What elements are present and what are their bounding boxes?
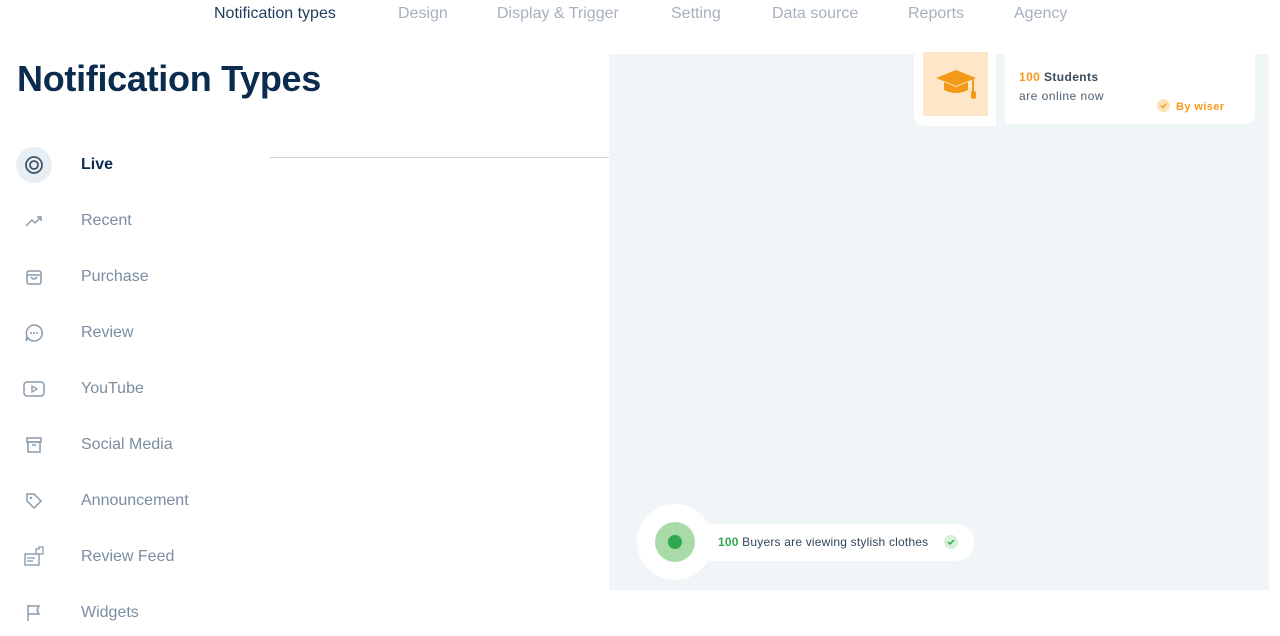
type-label: Social Media <box>81 436 173 453</box>
app-root: Notification types Design Display & Trig… <box>0 0 1280 636</box>
flag-icon <box>16 595 52 631</box>
play-icon <box>16 371 52 407</box>
type-label: Live <box>81 156 114 173</box>
brand-label: By wiser <box>1176 101 1225 113</box>
thumbs-feed-icon <box>16 539 52 575</box>
type-label: Widgets <box>81 604 139 621</box>
tab-notification-types[interactable]: Notification types <box>214 5 336 23</box>
type-label: Recent <box>81 212 132 229</box>
tab-data-source[interactable]: Data source <box>772 5 858 23</box>
tab-agency[interactable]: Agency <box>1014 5 1067 23</box>
type-item-widgets[interactable]: Widgets <box>0 588 260 636</box>
live-dot-icon <box>668 535 682 549</box>
buyers-count: 100 <box>718 535 739 549</box>
type-item-youtube[interactable]: YouTube <box>0 364 260 414</box>
buyers-text: 100 Buyers are viewing stylish clothes <box>718 535 928 549</box>
type-label: Review Feed <box>81 548 175 565</box>
type-item-review[interactable]: Review <box>0 308 260 358</box>
page-title: Notification Types <box>17 58 321 99</box>
target-icon <box>16 147 52 183</box>
type-item-social-media[interactable]: Social Media <box>0 420 260 470</box>
tab-setting[interactable]: Setting <box>671 5 721 23</box>
check-icon <box>944 535 958 549</box>
type-label: YouTube <box>81 380 144 397</box>
archive-icon <box>16 427 52 463</box>
chat-icon <box>16 315 52 351</box>
type-item-review-feed[interactable]: Review Feed <box>0 532 260 582</box>
type-item-live[interactable]: Live <box>0 140 260 190</box>
buyers-label: Buyers are viewing stylish clothes <box>742 535 929 549</box>
type-label: Purchase <box>81 268 149 285</box>
tag-icon <box>16 483 52 519</box>
bag-icon <box>16 259 52 295</box>
type-label: Announcement <box>81 492 189 509</box>
brand-badge: By wiser <box>1157 99 1224 113</box>
check-icon <box>1157 99 1170 112</box>
student-count: 100 <box>1019 70 1041 84</box>
tab-design[interactable]: Design <box>398 5 448 23</box>
student-count-line: 100 Students <box>1019 70 1099 84</box>
tab-display-trigger[interactable]: Display & Trigger <box>497 5 619 23</box>
student-label: Students <box>1043 70 1099 84</box>
trend-icon <box>16 203 52 239</box>
type-item-recent[interactable]: Recent <box>0 196 260 246</box>
tab-reports[interactable]: Reports <box>908 5 964 23</box>
divider <box>270 157 610 158</box>
top-nav: Notification types Design Display & Trig… <box>0 0 1280 30</box>
type-label: Review <box>81 324 134 341</box>
type-item-announcement[interactable]: Announcement <box>0 476 260 526</box>
graduation-cap-icon <box>923 52 988 116</box>
type-item-purchase[interactable]: Purchase <box>0 252 260 302</box>
preview-panel <box>609 54 1269 590</box>
student-subtext: are online now <box>1019 89 1105 103</box>
